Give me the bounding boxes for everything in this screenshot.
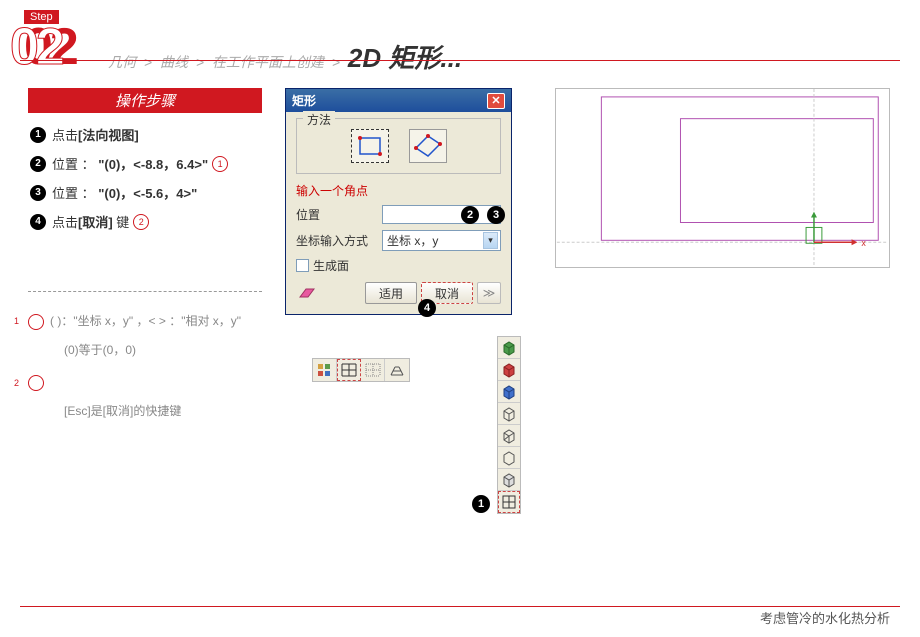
- input-hint: 输入一个角点: [296, 182, 501, 199]
- notes-divider: [28, 291, 262, 292]
- hint-badge: 2: [133, 214, 149, 230]
- hint-badge: 1: [212, 156, 228, 172]
- gen-surface-row: 生成面: [296, 257, 501, 274]
- chevron-down-icon: ▾: [483, 232, 498, 249]
- hint-badge: 1: [28, 314, 44, 330]
- method-rotated-icon[interactable]: [409, 129, 447, 163]
- breadcrumb: 几何 > 曲线 > 在工作平面上创建 > 2D 矩形...: [108, 38, 462, 75]
- header-divider: [20, 60, 900, 61]
- step-badge: Step 02 02: [24, 8, 76, 71]
- step-row: 3 位置 ： "(0)，<-5.6，4>": [30, 183, 260, 202]
- cube-wire-icon[interactable]: [498, 447, 520, 469]
- callout-badge: 3: [487, 206, 505, 224]
- eraser-icon[interactable]: [296, 285, 316, 301]
- gen-surface-label: 生成面: [313, 257, 349, 274]
- footer-text: 考虑管冷的水化热分析: [760, 608, 890, 627]
- step-row: 1 点击[法向视图]: [30, 125, 260, 144]
- normal-view-icon[interactable]: [498, 491, 520, 513]
- notes: 1( )："坐标 x，y" ，< > ："相对 x，y" (0)等于(0，0) …: [28, 310, 262, 423]
- step-row: 4 点击[取消] 键 2: [30, 212, 260, 231]
- viewport-preview: x: [555, 88, 890, 268]
- grid-dashed-icon[interactable]: [361, 359, 385, 381]
- step-number-badge: 1: [30, 127, 46, 143]
- instructions-panel: 操作步骤 1 点击[法向视图] 2 位置 ： "(0)，<-8.8，6.4>" …: [28, 88, 262, 429]
- coord-mode-select[interactable]: 坐标 x，y ▾: [382, 230, 501, 251]
- cube-red-icon[interactable]: [498, 359, 520, 381]
- callout-badge: 1: [472, 495, 490, 513]
- dialog-title: 矩形: [292, 92, 316, 109]
- method-legend: 方法: [303, 111, 335, 128]
- callout-badge: 2: [461, 206, 479, 224]
- grid-icon[interactable]: [337, 359, 361, 381]
- hint-badge: 2: [28, 375, 44, 391]
- toolbar-icon[interactable]: [313, 359, 337, 381]
- cube-filled-icon[interactable]: [498, 469, 520, 491]
- rectangle-dialog: 矩形 ✕ 方法 输入一个角点 位置 2 3 坐标输入方式: [285, 88, 512, 315]
- position-label: 位置: [296, 206, 376, 223]
- cube-wire-icon[interactable]: [498, 425, 520, 447]
- step-row: 2 位置 ： "(0)，<-8.8，6.4>" 1: [30, 154, 260, 173]
- step-number-badge: 3: [30, 185, 46, 201]
- step-number-badge: 2: [30, 156, 46, 172]
- breadcrumb-current: 2D 矩形...: [348, 43, 462, 73]
- footer-divider: [20, 606, 900, 607]
- gen-surface-checkbox[interactable]: [296, 259, 309, 272]
- coord-mode-row: 坐标输入方式 坐标 x，y ▾: [296, 230, 501, 251]
- view-toolbar: [497, 336, 521, 514]
- cube-green-icon[interactable]: [498, 337, 520, 359]
- instructions-title: 操作步骤: [28, 88, 262, 113]
- next-button[interactable]: ≫: [477, 282, 501, 304]
- position-row: 位置 2 3: [296, 205, 501, 224]
- close-icon[interactable]: ✕: [487, 93, 505, 109]
- cube-blue-icon[interactable]: [498, 381, 520, 403]
- steps-list: 1 点击[法向视图] 2 位置 ： "(0)，<-8.8，6.4>" 1 3 位…: [28, 113, 262, 253]
- step-number-badge: 4: [30, 214, 46, 230]
- callout-badge: 4: [418, 299, 436, 317]
- dialog-titlebar[interactable]: 矩形 ✕: [286, 89, 511, 112]
- grid-toolbar: [312, 358, 410, 382]
- perspective-grid-icon[interactable]: [385, 359, 409, 381]
- apply-button[interactable]: 适用: [365, 282, 417, 304]
- step-number: 02 02: [24, 24, 76, 71]
- method-group: 方法: [296, 118, 501, 174]
- svg-text:x: x: [861, 238, 866, 248]
- cube-wire-icon[interactable]: [498, 403, 520, 425]
- method-corner-icon[interactable]: [351, 129, 389, 163]
- coord-mode-label: 坐标输入方式: [296, 232, 376, 249]
